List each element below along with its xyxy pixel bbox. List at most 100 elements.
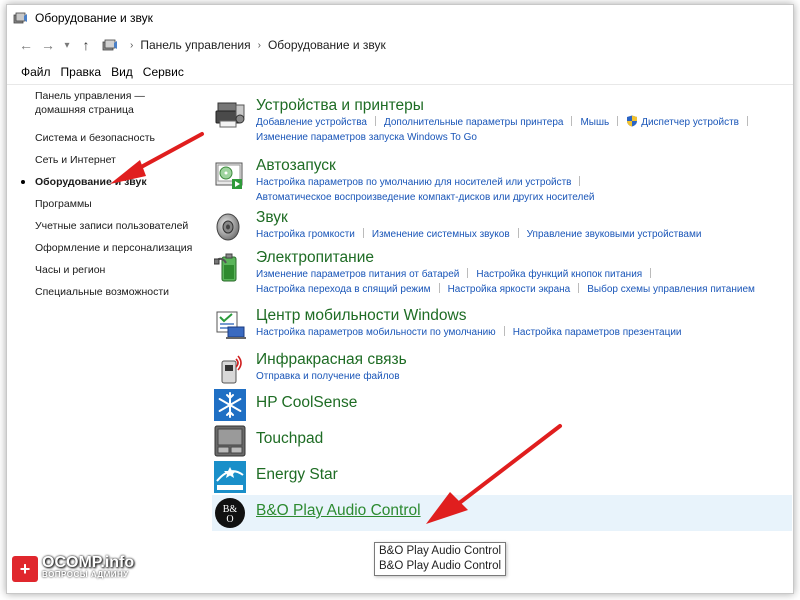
energy-star-icon — [214, 461, 246, 493]
link-row: Настройка перехода в спящий режим Настрой… — [256, 282, 792, 297]
link-row: Добавление устройства Дополнительные пара… — [256, 115, 792, 130]
link-separator — [467, 268, 469, 278]
watermark-subtitle: ВОПРОСЫ АДМИНУ — [42, 570, 129, 579]
infrared-icon — [214, 353, 246, 385]
sidebar-item-clock-region[interactable]: Часы и регион — [35, 263, 202, 277]
link-sleep[interactable]: Настройка перехода в спящий режим — [256, 284, 431, 295]
category-sound: Звук Настройка громкости Изменение систем… — [212, 209, 792, 249]
forward-button[interactable]: → — [37, 34, 59, 56]
watermark-plus-icon: + — [12, 556, 38, 582]
category-title[interactable]: Инфракрасная связь — [256, 351, 792, 369]
window-title: Оборудование и звук — [35, 11, 153, 25]
category-title[interactable]: Звук — [256, 209, 792, 227]
battery-icon — [213, 251, 246, 283]
link-mouse[interactable]: Мышь — [580, 117, 609, 128]
link-autoplay-defaults[interactable]: Настройка параметров по умолчанию для но… — [256, 177, 571, 188]
category-energy-star: Energy Star — [212, 459, 792, 495]
category-title[interactable]: Автозапуск — [256, 157, 792, 175]
link-separator — [503, 326, 505, 336]
tooltip-line: B&O Play Audio Control — [379, 560, 502, 572]
link-send-receive-files[interactable]: Отправка и получение файлов — [256, 371, 400, 382]
breadcrumb[interactable]: › Панель управления › Оборудование и зву… — [101, 37, 386, 53]
link-windows-to-go[interactable]: Изменение параметров запуска Windows To … — [256, 132, 477, 143]
sidebar-item-network-internet[interactable]: Сеть и Интернет — [35, 153, 202, 167]
watermark-title: OCOMP.info — [42, 554, 135, 571]
sidebar-item-home[interactable]: Панель управления — домашняя страница — [35, 89, 195, 117]
sidebar-item-hardware-sound[interactable]: Оборудование и звук — [21, 175, 202, 189]
sidebar-item-appearance[interactable]: Оформление и персонализация — [35, 241, 202, 255]
link-separator — [579, 176, 581, 186]
link-separator — [650, 268, 652, 278]
main-content: Устройства и принтеры Добавление устройс… — [212, 97, 792, 531]
category-title[interactable]: Электропитание — [256, 249, 792, 267]
link-battery-settings[interactable]: Изменение параметров питания от батарей — [256, 269, 459, 280]
sidebar-item-programs[interactable]: Программы — [35, 197, 202, 211]
tooltip-line: B&O Play Audio Control — [379, 545, 502, 557]
link-separator — [578, 283, 580, 293]
tooltip: B&O Play Audio Control B&O Play Audio Co… — [374, 542, 507, 576]
touchpad-icon — [214, 425, 246, 457]
category-power: Электропитание Изменение параметров пита… — [212, 249, 792, 307]
link-power-plan[interactable]: Выбор схемы управления питанием — [587, 284, 755, 295]
menu-file[interactable]: Файл — [21, 65, 51, 79]
link-power-buttons[interactable]: Настройка функций кнопок питания — [476, 269, 642, 280]
menu-edit[interactable]: Правка — [61, 65, 102, 79]
back-button[interactable]: ← — [15, 34, 37, 56]
category-title[interactable]: Центр мобильности Windows — [256, 307, 792, 325]
autoplay-icon — [214, 159, 246, 191]
link-row: Изменение параметров запуска Windows To … — [256, 130, 792, 145]
category-hp-coolsense: HP CoolSense — [212, 387, 792, 423]
category-title[interactable]: Energy Star — [256, 466, 792, 484]
link-separator — [438, 283, 440, 293]
link-separator — [571, 116, 573, 126]
title-bar: Оборудование и звук — [7, 5, 793, 31]
category-title[interactable]: Touchpad — [256, 430, 792, 448]
link-separator — [362, 228, 364, 238]
watermark: + OCOMP.info ВОПРОСЫ АДМИНУ — [12, 554, 135, 582]
link-printer-settings[interactable]: Дополнительные параметры принтера — [384, 117, 564, 128]
link-device-manager[interactable]: Диспетчер устройств — [641, 117, 739, 128]
link-separator — [374, 116, 376, 126]
link-add-device[interactable]: Добавление устройства — [256, 117, 367, 128]
link-system-sounds[interactable]: Изменение системных звуков — [372, 229, 510, 240]
category-touchpad: Touchpad — [212, 423, 792, 459]
snowflake-icon — [214, 389, 246, 421]
link-row: Отправка и получение файлов — [256, 369, 792, 384]
mobility-center-icon — [214, 309, 246, 341]
category-bo-play[interactable]: B& O B&O Play Audio Control — [212, 495, 792, 531]
category-title[interactable]: Устройства и принтеры — [256, 97, 792, 115]
speaker-icon — [214, 211, 246, 243]
menu-bar: Файл Правка Вид Сервис — [7, 59, 793, 85]
link-volume[interactable]: Настройка громкости — [256, 229, 355, 240]
breadcrumb-control-panel[interactable]: Панель управления — [140, 38, 250, 52]
breadcrumb-separator: › — [130, 39, 134, 51]
category-title[interactable]: HP CoolSense — [256, 394, 792, 412]
link-sound-devices[interactable]: Управление звуковыми устройствами — [527, 229, 702, 240]
watermark-text: OCOMP.info ВОПРОСЫ АДМИНУ — [42, 554, 135, 581]
sidebar-item-accessibility[interactable]: Специальные возможности — [35, 285, 202, 299]
link-brightness[interactable]: Настройка яркости экрана — [448, 284, 571, 295]
link-presentation-settings[interactable]: Настройка параметров презентации — [513, 327, 682, 338]
menu-tools[interactable]: Сервис — [143, 65, 184, 79]
link-separator — [517, 228, 519, 238]
link-row: Настройка параметров по умолчанию для но… — [256, 175, 792, 190]
printer-icon — [214, 99, 246, 131]
category-devices-printers: Устройства и принтеры Добавление устройс… — [212, 97, 792, 157]
category-autoplay: Автозапуск Настройка параметров по умолч… — [212, 157, 792, 209]
sidebar-item-label: Оборудование и звук — [35, 176, 147, 188]
link-mobility-defaults[interactable]: Настройка параметров мобильности по умол… — [256, 327, 496, 338]
link-autoplay-cd[interactable]: Автоматическое воспроизведение компакт-д… — [256, 192, 594, 203]
hardware-sound-icon — [13, 11, 29, 25]
breadcrumb-hardware-sound[interactable]: Оборудование и звук — [268, 38, 386, 52]
breadcrumb-separator: › — [257, 39, 261, 51]
address-bar: ← → ▾ ↑ › Панель управления › Оборудован… — [7, 31, 793, 59]
category-title[interactable]: B&O Play Audio Control — [256, 502, 792, 520]
link-row: Изменение параметров питания от батарей Н… — [256, 267, 792, 282]
up-button[interactable]: ↑ — [75, 34, 97, 56]
sidebar-item-user-accounts[interactable]: Учетные записи пользователей — [35, 219, 202, 233]
sidebar-item-system-security[interactable]: Система и безопасность — [35, 131, 202, 145]
uac-shield-icon — [626, 115, 638, 127]
menu-view[interactable]: Вид — [111, 65, 133, 79]
link-separator — [617, 116, 619, 126]
recent-locations-button[interactable]: ▾ — [59, 34, 75, 56]
